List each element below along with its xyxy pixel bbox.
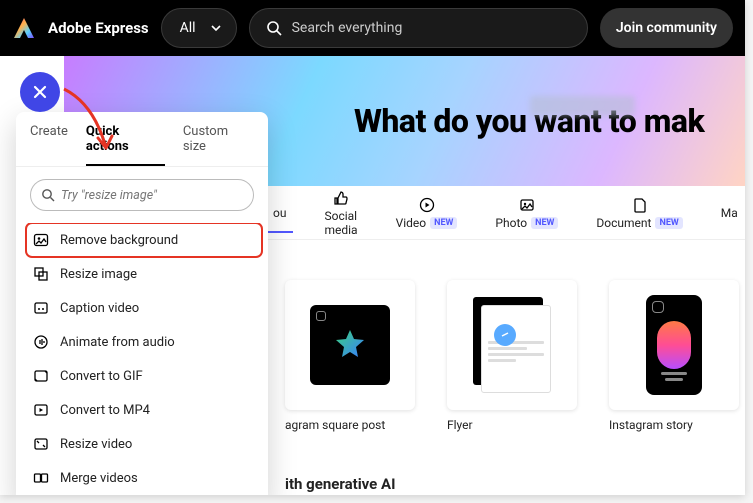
quick-action-item[interactable]: Resize image	[26, 257, 262, 291]
tab-custom-size[interactable]: Custom size	[183, 124, 254, 166]
quick-action-item[interactable]: Animate from audio	[26, 325, 262, 359]
photo-icon	[518, 196, 536, 214]
category-tabs: ou Social media VideoNEW PhotoNEW Docume…	[265, 186, 745, 240]
template-card-instagram-story[interactable]: Instagram story	[609, 280, 739, 432]
panel-tabs: Create Quick actions Custom size	[16, 112, 268, 167]
quick-action-label: Remove background	[60, 233, 178, 248]
search-icon	[266, 20, 282, 36]
chevron-down-icon	[210, 22, 222, 34]
adobe-express-logo	[12, 16, 36, 40]
category-photo[interactable]: PhotoNEW	[495, 196, 558, 230]
new-badge: NEW	[430, 217, 457, 229]
tab-quick-actions[interactable]: Quick actions	[86, 124, 165, 166]
convert-gif-icon	[32, 367, 50, 385]
category-video[interactable]: VideoNEW	[396, 196, 458, 230]
quick-action-label: Merge videos	[60, 471, 138, 486]
close-icon	[32, 84, 48, 100]
panel-search-field[interactable]	[30, 179, 254, 211]
search-icon	[41, 188, 55, 202]
quick-action-item[interactable]: Caption video	[26, 291, 262, 325]
quick-action-item[interactable]: Merge videos	[26, 461, 262, 495]
category-marketing[interactable]: Ma	[721, 206, 738, 220]
quick-action-label: Animate from audio	[60, 335, 175, 350]
tab-create[interactable]: Create	[30, 124, 68, 166]
template-content: agram square post Flyer Instagram story …	[265, 240, 745, 495]
generative-ai-heading: ith generative AI	[285, 475, 395, 493]
quick-action-item[interactable]: Convert to GIF	[26, 359, 262, 393]
hero-blur-decoration	[530, 96, 635, 116]
quick-action-label: Resize image	[60, 267, 137, 282]
template-card-instagram-square[interactable]: agram square post	[285, 280, 415, 432]
caption-icon	[32, 299, 50, 317]
filter-label: All	[180, 20, 196, 36]
merge-icon	[32, 469, 50, 487]
top-bar: Adobe Express All Join community	[0, 0, 745, 56]
card-label: agram square post	[285, 418, 415, 432]
quick-action-item[interactable]: Resize video	[26, 427, 262, 461]
new-badge: NEW	[655, 217, 682, 229]
panel-search-input[interactable]	[61, 188, 243, 203]
join-community-button[interactable]: Join community	[600, 8, 733, 48]
resize-video-icon	[32, 435, 50, 453]
document-icon	[631, 196, 649, 214]
card-label: Instagram story	[609, 418, 739, 432]
quick-action-item[interactable]: Convert to MP4	[26, 393, 262, 427]
play-circle-icon	[418, 196, 436, 214]
quick-action-label: Resize video	[60, 437, 132, 452]
brand-name: Adobe Express	[48, 19, 149, 37]
filter-dropdown[interactable]: All	[161, 8, 237, 48]
convert-mp4-icon	[32, 401, 50, 419]
search-input[interactable]	[292, 20, 571, 36]
quick-action-label: Convert to GIF	[60, 369, 143, 384]
category-social-media[interactable]: Social media	[324, 189, 357, 237]
template-card-flyer[interactable]: Flyer	[447, 280, 577, 432]
search-field[interactable]	[249, 8, 588, 48]
thumbs-up-icon	[332, 189, 350, 207]
category-document[interactable]: DocumentNEW	[596, 196, 682, 230]
category-for-you[interactable]: ou	[273, 206, 286, 220]
new-badge: NEW	[531, 217, 558, 229]
card-label: Flyer	[447, 418, 577, 432]
quick-action-label: Caption video	[60, 301, 139, 316]
create-panel: Create Quick actions Custom size Remove …	[16, 112, 268, 495]
close-panel-button[interactable]	[20, 72, 60, 112]
audio-animate-icon	[32, 333, 50, 351]
resize-icon	[32, 265, 50, 283]
image-remove-icon	[32, 231, 50, 249]
quick-action-label: Convert to MP4	[60, 403, 150, 418]
star-icon	[332, 327, 368, 363]
quick-action-item[interactable]: Remove background	[26, 223, 262, 257]
quick-actions-list[interactable]: Remove background Resize image Caption vid…	[16, 223, 268, 495]
